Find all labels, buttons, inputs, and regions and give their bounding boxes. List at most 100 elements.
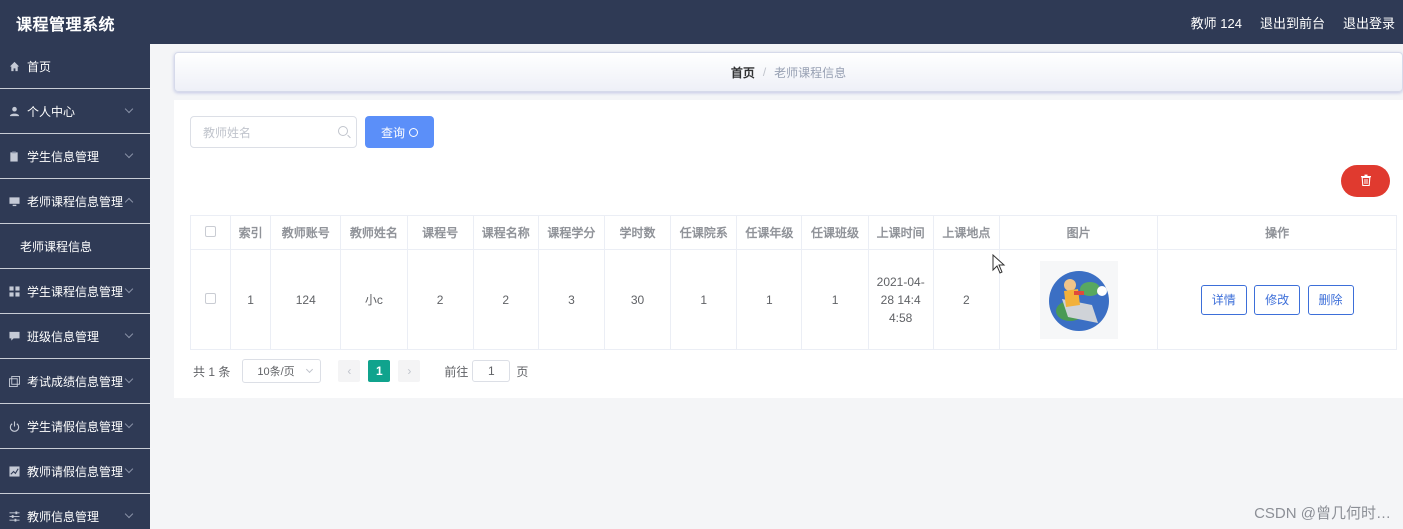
sidebar-item-label: 班级信息管理: [27, 329, 100, 344]
chevron-down-icon: [124, 509, 134, 519]
search-button[interactable]: 查询: [365, 116, 434, 148]
column-header: 上课地点: [932, 215, 1000, 250]
page-size-select[interactable]: 10条/页: [242, 359, 322, 383]
sidebar-item-label: 老师课程信息管理: [27, 194, 124, 209]
row-checkbox[interactable]: [205, 292, 217, 304]
column-header: 教师姓名: [340, 215, 408, 250]
column-header: 任课院系: [670, 215, 738, 250]
column-header: 任课年级: [736, 215, 803, 250]
cell-dept: 1: [670, 249, 738, 350]
chevron-down-icon: [124, 419, 134, 429]
select-all-checkbox[interactable]: [205, 225, 217, 237]
monitor-icon: [8, 195, 20, 207]
main-content: 教师姓名 查询 索引 教师账号 教师姓名 课程号 课程名称 课程学分 学时数 任…: [174, 100, 1403, 398]
search-icon: [338, 126, 348, 136]
breadcrumb-current: 老师课程信息: [774, 65, 847, 80]
cell-actions: 详情 修改 删除: [1157, 249, 1397, 350]
top-right-links: 教师 124 退出到前台 退出登录: [1191, 13, 1395, 32]
sidebar-item-student-leave-mgmt[interactable]: 学生请假信息管理: [0, 404, 150, 449]
edit-button[interactable]: 修改: [1254, 284, 1301, 315]
breadcrumb-separator: /: [762, 65, 767, 79]
chat-icon: [8, 330, 20, 342]
column-header: 课程学分: [537, 215, 605, 250]
home-icon: [8, 60, 20, 72]
goto-page-input[interactable]: 1: [472, 360, 511, 382]
chevron-right-icon: ›: [407, 364, 412, 378]
power-icon: [8, 420, 20, 432]
chevron-down-icon: [124, 329, 134, 339]
sidebar-item-label: 学生信息管理: [27, 149, 100, 164]
column-header: 任课班级: [801, 215, 869, 250]
cell-index: 1: [230, 249, 272, 350]
copy-icon: [8, 375, 20, 387]
cell-course-no: 2: [406, 249, 474, 350]
sidebar-item-personal[interactable]: 个人中心: [0, 89, 150, 134]
mouse-pointer-icon: [992, 253, 1006, 277]
page-number-button[interactable]: 1: [368, 360, 391, 382]
breadcrumb-home[interactable]: 首页: [731, 64, 755, 81]
sidebar-item-label: 学生课程信息管理: [27, 284, 124, 299]
sidebar-item-teacher-leave-mgmt[interactable]: 教师请假信息管理: [0, 449, 150, 494]
sidebar: 首页 个人中心 学生信息管理 老师课程信息管理 老师课程信息 学生课程信息管理: [0, 44, 150, 529]
back-to-front-link[interactable]: 退出到前台: [1260, 13, 1325, 32]
row-checkbox-cell[interactable]: [189, 249, 232, 350]
course-image[interactable]: [1039, 260, 1118, 339]
logout-link[interactable]: 退出登录: [1343, 13, 1395, 32]
grid-icon: [8, 285, 20, 297]
column-header: 课程名称: [472, 215, 539, 250]
column-header: 教师账号: [270, 215, 342, 250]
breadcrumb: 首页 / 老师课程信息: [174, 52, 1403, 92]
cell-class: 1: [801, 249, 869, 350]
sidebar-item-teacher-course-mgmt[interactable]: 老师课程信息管理: [0, 179, 150, 224]
select-all-checkbox-cell[interactable]: [189, 215, 232, 250]
prev-page-button[interactable]: ‹: [338, 360, 361, 382]
app-title: 课程管理系统: [16, 17, 116, 34]
total-count: 共 1 条: [193, 364, 231, 379]
chart-icon: [8, 465, 20, 477]
chevron-down-icon: [124, 104, 134, 114]
sidebar-item-label: 老师课程信息: [20, 239, 93, 254]
cell-course-name: 2: [472, 249, 539, 350]
sidebar-item-teacher-info-mgmt[interactable]: 教师信息管理: [0, 494, 150, 529]
column-header: 上课时间: [867, 215, 934, 250]
chevron-down-icon: [124, 374, 134, 384]
sidebar-item-label: 首页: [27, 59, 52, 74]
sidebar-item-home[interactable]: 首页: [0, 44, 150, 89]
trash-icon: [1360, 174, 1372, 189]
pagination: 共 1 条 10条/页 ‹ 1 › 前往 1 页: [193, 359, 528, 383]
clipboard-icon: [8, 150, 20, 162]
delete-button[interactable]: 删除: [1307, 284, 1354, 315]
teacher-course-table: 索引 教师账号 教师姓名 课程号 课程名称 课程学分 学时数 任课院系 任课年级…: [189, 215, 1397, 350]
search-icon: [409, 127, 418, 137]
next-page-button[interactable]: ›: [398, 360, 421, 382]
chevron-down-icon: [124, 149, 134, 159]
watermark: CSDN @曾几何时…: [1254, 505, 1391, 522]
goto-label: 前往: [444, 364, 469, 379]
cell-place: 2: [932, 249, 1000, 350]
table-row: 1 124 小c 2 2 3 30 1 1 1 2021-04-28 14:44…: [189, 249, 1397, 350]
sidebar-item-student-info[interactable]: 学生信息管理: [0, 134, 150, 179]
detail-button[interactable]: 详情: [1200, 284, 1247, 315]
page-suffix: 页: [516, 364, 529, 379]
page-size-value: 10条/页: [257, 366, 295, 378]
current-user: 教师 124: [1190, 16, 1242, 31]
sidebar-item-label: 个人中心: [27, 104, 76, 119]
sidebar-item-label: 教师请假信息管理: [27, 464, 124, 479]
cell-hours: 30: [603, 249, 672, 350]
chevron-down-icon: [124, 284, 134, 294]
sidebar-item-exam-score-mgmt[interactable]: 考试成绩信息管理: [0, 359, 150, 404]
sidebar-item-label: 学生请假信息管理: [27, 419, 124, 434]
sidebar-item-teacher-course-info[interactable]: 老师课程信息: [0, 224, 150, 269]
column-header: 课程号: [406, 215, 474, 250]
sidebar-item-student-course-mgmt[interactable]: 学生课程信息管理: [0, 269, 150, 314]
column-header: 学时数: [603, 215, 672, 250]
cell-account: 124: [270, 249, 342, 350]
chevron-down-icon: [124, 464, 134, 474]
cell-image: [998, 249, 1159, 350]
sidebar-item-class-mgmt[interactable]: 班级信息管理: [0, 314, 150, 359]
column-header: 操作: [1157, 215, 1397, 250]
chevron-down-icon: [306, 365, 314, 374]
teacher-name-search-input[interactable]: 教师姓名: [190, 116, 357, 148]
user-icon: [8, 105, 20, 117]
batch-delete-button[interactable]: [1341, 165, 1390, 197]
